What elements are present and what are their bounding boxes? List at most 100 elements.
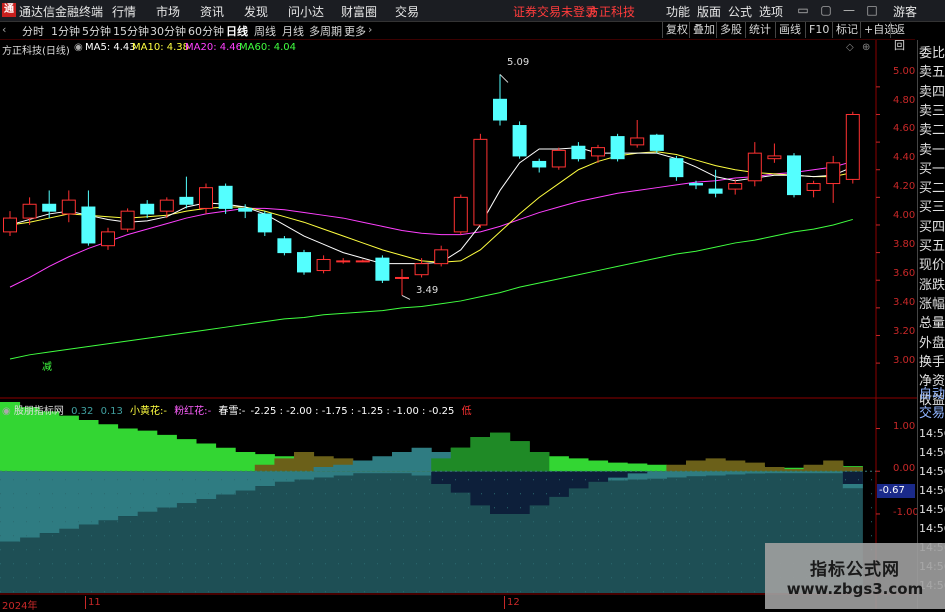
app-logo-icon: 通 [2,3,16,17]
toolbar-arrow-icon[interactable]: ‹ [2,23,6,36]
candle-body [473,138,488,226]
app-title: 通达信金融终端 [19,5,104,19]
indicator-name[interactable]: 股朋指标网 [14,406,64,417]
watermark-url: www.zbgs3.com [786,580,924,598]
period-1min[interactable]: 1分钟 [51,23,80,39]
period-more[interactable]: 更多 [344,23,366,39]
btn-stats[interactable]: 统计 [745,22,774,38]
indicator-header: ◉ 股朋指标网 0.32 0.13 小黄花:- 粉红花:- 春雪:- -2.25… [2,402,472,417]
period-monthly[interactable]: 月线 [282,23,304,39]
price-tick: 4.80 [893,95,916,106]
menu-options[interactable]: 选项 [759,3,783,20]
period-30min[interactable]: 30分钟 [150,23,186,39]
side-auto-trade[interactable]: 交易 [919,403,945,424]
btn-overlay[interactable]: 叠加 [689,22,718,38]
side-item[interactable]: 买四 [919,217,945,238]
side-item[interactable]: 卖三 [919,101,945,122]
menu-item-quotes[interactable]: 行情 [112,3,136,20]
side-item[interactable]: 买三 [919,197,945,218]
menu-item-wealth[interactable]: 财富圈 [341,3,377,20]
side-time: 14:56 [919,446,945,459]
price-tick: 4.40 [893,152,916,163]
side-item[interactable]: 涨幅 [919,294,945,315]
more-chevron-icon[interactable]: › [368,23,372,36]
period-toolbar: ‹ 分时 1分钟 5分钟 15分钟 30分钟 60分钟 日线 周线 月线 多周期… [0,22,915,52]
period-daily[interactable]: 日线 [226,23,248,39]
period-intraday[interactable]: 分时 [22,23,44,39]
candle-body [434,249,449,265]
side-item[interactable]: 换手 [919,352,945,373]
candle-body [845,113,860,180]
side-item[interactable]: 外盘 [919,333,945,354]
menu-layout[interactable]: 版面 [697,3,721,20]
side-item[interactable]: 卖一 [919,140,945,161]
candle-body [571,145,586,160]
guest-label[interactable]: 游客 [893,3,917,20]
side-item[interactable]: 卖五 [919,62,945,83]
candle-body [316,259,331,272]
candle-body [336,260,351,263]
watermark-title: 指标公式网 [810,560,900,580]
period-60min[interactable]: 60分钟 [188,23,224,39]
candle-body [179,196,194,205]
candle-body [22,203,37,219]
side-item[interactable]: 委比 [919,43,945,64]
side-time: 14:56 [919,484,945,497]
candle-body [375,257,390,281]
ind-current-value: -0.67 [877,484,915,498]
btn-adjust[interactable]: 复权 [662,22,691,38]
candle-body [140,203,155,215]
high-label: 5.09 [507,57,530,68]
restore-icon[interactable]: ▢ [816,1,836,19]
candle-body [218,185,233,209]
menu-item-market[interactable]: 市场 [156,3,180,20]
side-item[interactable]: 卖二 [919,120,945,141]
title-bar: 通 通达信金融终端 行情 市场 资讯 发现 问小达 财富圈 交易 证券交易未登录… [0,0,945,22]
btn-f10[interactable]: F10 [805,22,832,38]
indicator-settings-icon[interactable]: ◉ [2,406,11,417]
kline-chart[interactable] [0,40,917,609]
side-item[interactable]: 涨跌 [919,275,945,296]
x-tick-dec [504,596,505,609]
candle-body [669,158,684,178]
side-time: 14:56 [919,427,945,440]
btn-mark[interactable]: 标记 [832,22,861,38]
side-item[interactable]: 总量 [919,313,945,334]
side-auto-trade[interactable]: 自动 [919,384,945,405]
candle-body [806,183,821,191]
menu-item-news[interactable]: 资讯 [200,3,224,20]
maximize-icon[interactable]: □ [862,1,882,19]
candle-body [238,207,253,212]
reduce-mark: 减 [42,362,52,373]
menu-formula[interactable]: 公式 [728,3,752,20]
menu-item-trade[interactable]: 交易 [395,3,419,20]
period-15min[interactable]: 15分钟 [113,23,149,39]
period-multi[interactable]: 多周期 [309,23,342,39]
price-tick: 3.40 [893,297,916,308]
skin-icon[interactable]: ▭ [793,1,813,19]
btn-draw[interactable]: 画线 [775,22,804,38]
side-item[interactable]: 卖四 [919,82,945,103]
side-item[interactable]: 买二 [919,178,945,199]
x-label-year: 2024年 [2,601,38,612]
candle-body [257,213,272,233]
side-item[interactable]: 现价 [919,255,945,276]
login-status[interactable]: 证券交易未登录 [513,3,597,20]
candle-body [512,125,527,157]
btn-multi-stock[interactable]: 多股 [716,22,745,38]
menu-function[interactable]: 功能 [666,3,690,20]
menu-item-discover[interactable]: 发现 [244,3,268,20]
value-pink-flower: - [207,406,212,417]
side-item[interactable]: 买五 [919,236,945,257]
candle-body [728,183,743,190]
price-tick: 3.20 [893,326,916,337]
period-weekly[interactable]: 周线 [254,23,276,39]
x-tick-nov [85,596,86,609]
period-5min[interactable]: 5分钟 [82,23,111,39]
menu-item-assistant[interactable]: 问小达 [288,3,324,20]
minimize-icon[interactable]: — [839,1,859,19]
btn-back[interactable]: 返回 [890,22,915,52]
candle-body [159,199,174,212]
side-item[interactable]: 买一 [919,159,945,180]
price-tick: 5.00 [893,66,916,77]
